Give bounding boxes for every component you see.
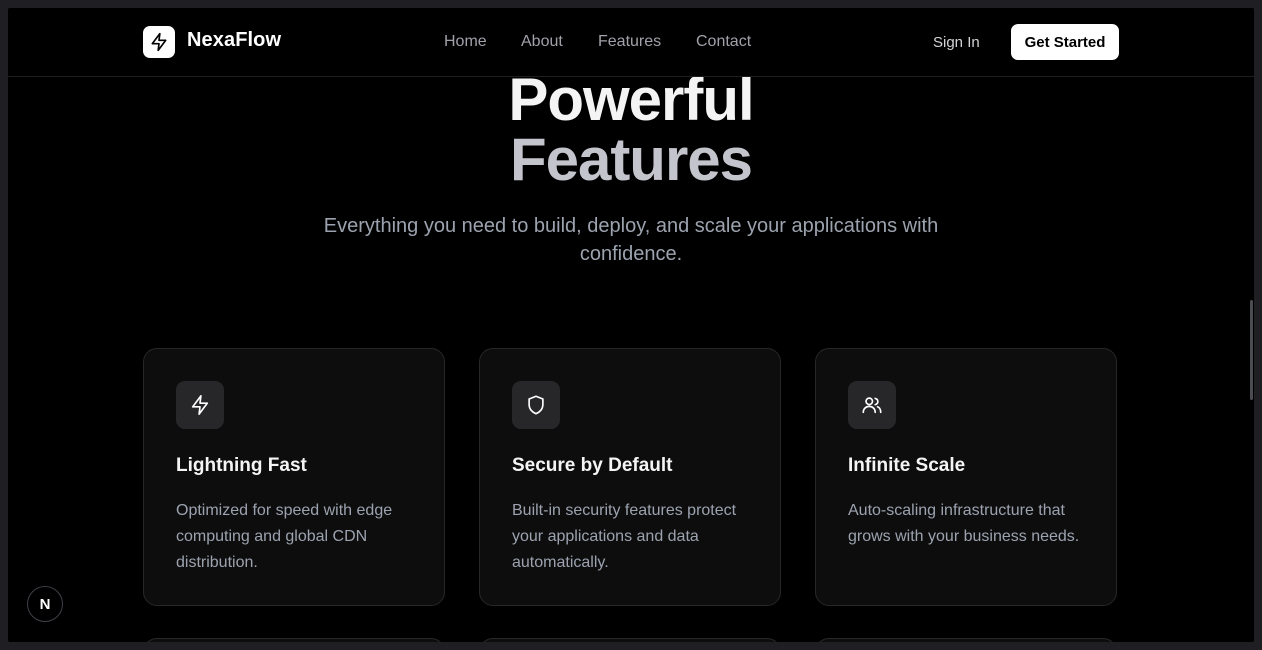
feature-title: Infinite Scale [848,455,966,476]
lightning-bolt-icon [151,32,167,52]
feature-card-infinite-scale: Infinite Scale Auto-scaling infrastructu… [815,348,1117,606]
feature-card-partial [815,638,1117,642]
feature-card-lightning-fast: Lightning Fast Optimized for speed with … [143,348,445,606]
feature-icon-container [848,381,896,429]
nav-link-about[interactable]: About [521,33,563,51]
users-icon [862,397,882,414]
top-navbar: NexaFlow Home About Features Contact Sig… [8,8,1254,77]
scrollbar-thumb[interactable] [1250,300,1253,400]
feature-description: Optimized for speed with edge computing … [176,502,393,571]
feature-title: Secure by Default [512,455,673,476]
feature-card-secure-by-default: Secure by Default Built-in security feat… [479,348,781,606]
sign-in-link[interactable]: Sign In [933,34,980,51]
hero-subtitle: Everything you need to build, deploy, an… [323,215,939,265]
nav-link-home[interactable]: Home [444,33,487,51]
logo[interactable] [143,26,175,58]
get-started-button[interactable]: Get Started [1011,24,1119,60]
hero-title-line-2: Features [509,126,753,193]
feature-description: Auto-scaling infrastructure that grows w… [848,502,1080,545]
hero-title-line-1: Powerful [508,66,754,133]
feature-description: Built-in security features protect your … [512,502,737,571]
nav-link-features[interactable]: Features [598,33,661,51]
brand-name[interactable]: NexaFlow [187,29,281,52]
feature-card-partial [479,638,781,642]
feature-icon-container [176,381,224,429]
nav-link-contact[interactable]: Contact [696,33,751,51]
shield-icon [528,395,544,415]
feature-card-partial [143,638,445,642]
lightning-bolt-icon [191,395,209,415]
browser-viewport: NexaFlow Home About Features Contact Sig… [8,8,1254,642]
dev-tools-badge[interactable]: N [27,586,63,622]
feature-title: Lightning Fast [176,455,307,476]
feature-icon-container [512,381,560,429]
